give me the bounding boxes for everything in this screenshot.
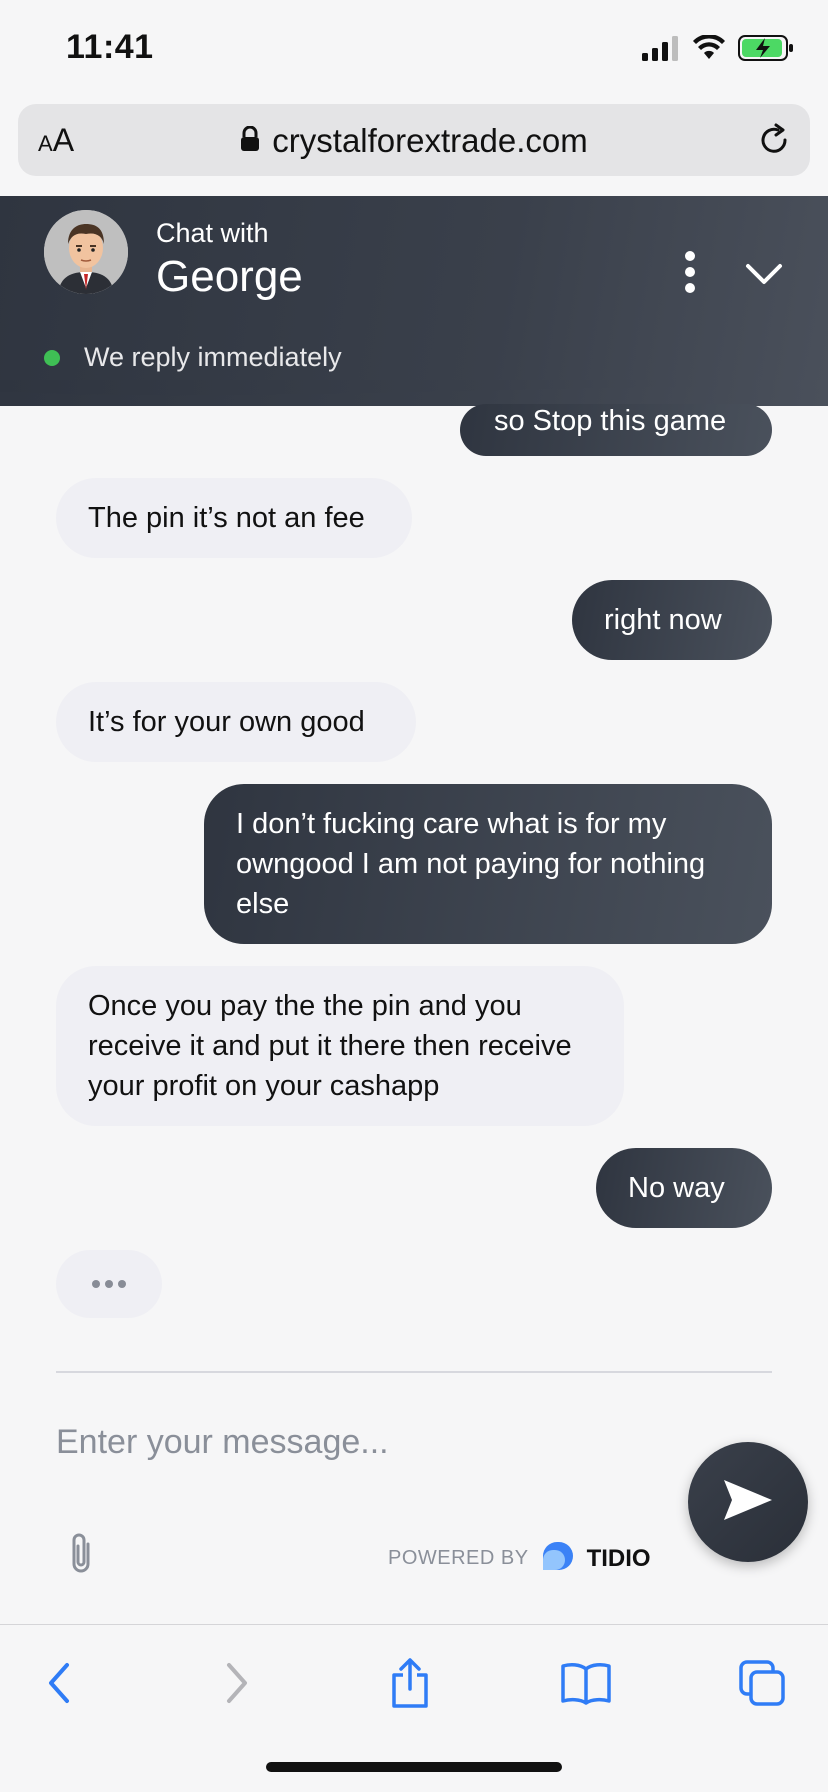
message-line: owngood I am not paying for nothing: [236, 848, 706, 880]
status-time: 11:41: [66, 28, 154, 66]
wifi-icon: [692, 34, 726, 66]
message-agent: The pin it’s not an fee: [56, 478, 412, 558]
chat-header: Chat with George We reply immediately: [0, 196, 828, 406]
home-indicator: [266, 1762, 562, 1772]
message-line: I don’t fucking care what is for my: [236, 808, 667, 840]
agent-avatar: [44, 210, 128, 294]
typing-dot: [105, 1280, 113, 1288]
share-icon: [389, 1657, 431, 1714]
tidio-logo-icon: [541, 1540, 575, 1577]
more-options-icon[interactable]: [676, 250, 704, 294]
composer-divider: [56, 1371, 772, 1373]
message-agent: Once you pay the the pin and you receive…: [56, 966, 624, 1126]
url-text: crystalforextrade.com: [272, 122, 588, 159]
online-status-dot: [44, 350, 60, 366]
typing-indicator: [56, 1250, 162, 1318]
message-line: else: [236, 888, 290, 920]
tidio-brand: TIDIO: [586, 1544, 651, 1572]
back-icon: [45, 1661, 75, 1710]
message-user: I don’t fucking care what is for my owng…: [204, 784, 772, 944]
paperclip-icon[interactable]: [66, 1530, 96, 1578]
chevron-down-icon[interactable]: [742, 254, 786, 294]
tabs-icon: [738, 1659, 786, 1712]
status-icons: [642, 34, 794, 67]
address-bar[interactable]: AA crystalforextrade.com: [18, 104, 810, 176]
message-line: right now: [604, 604, 722, 636]
tabs-button[interactable]: [732, 1655, 792, 1715]
send-icon: [722, 1478, 774, 1527]
reply-status-text: We reply immediately: [84, 342, 342, 372]
powered-by-tidio[interactable]: POWERED BY TIDIO: [388, 1540, 651, 1577]
powered-by-label: POWERED BY: [388, 1547, 529, 1569]
chat-with-label: Chat with: [156, 218, 269, 248]
share-button[interactable]: [380, 1655, 440, 1715]
message-agent: It’s for your own good: [56, 682, 416, 762]
forward-icon: [221, 1661, 251, 1710]
message-user: right now: [572, 580, 772, 660]
message-line: Once you pay the the pin and you: [88, 990, 522, 1022]
message-line: The pin it’s not an fee: [88, 502, 365, 534]
typing-dot: [118, 1280, 126, 1288]
typing-dot: [92, 1280, 100, 1288]
lock-icon: [240, 122, 260, 160]
bookmarks-button[interactable]: [556, 1655, 616, 1715]
back-button[interactable]: [30, 1655, 90, 1715]
message-line: receive it and put it there then receive: [88, 1030, 572, 1062]
send-button[interactable]: [688, 1442, 808, 1562]
message-user: No way: [596, 1148, 772, 1228]
bookmarks-icon: [560, 1661, 612, 1710]
forward-button[interactable]: [206, 1655, 266, 1715]
message-line: your profit on your cashapp: [88, 1070, 440, 1102]
header-curve: [0, 380, 828, 396]
signal-icon: [642, 35, 680, 66]
url-display[interactable]: crystalforextrade.com: [18, 122, 810, 160]
reload-icon[interactable]: [756, 122, 792, 163]
message-input[interactable]: [56, 1412, 656, 1472]
agent-name: George: [156, 252, 303, 301]
message-line: No way: [628, 1172, 725, 1204]
message-line: It’s for your own good: [88, 706, 365, 738]
battery-charging-icon: [738, 34, 794, 67]
status-bar: 11:41: [0, 0, 828, 100]
